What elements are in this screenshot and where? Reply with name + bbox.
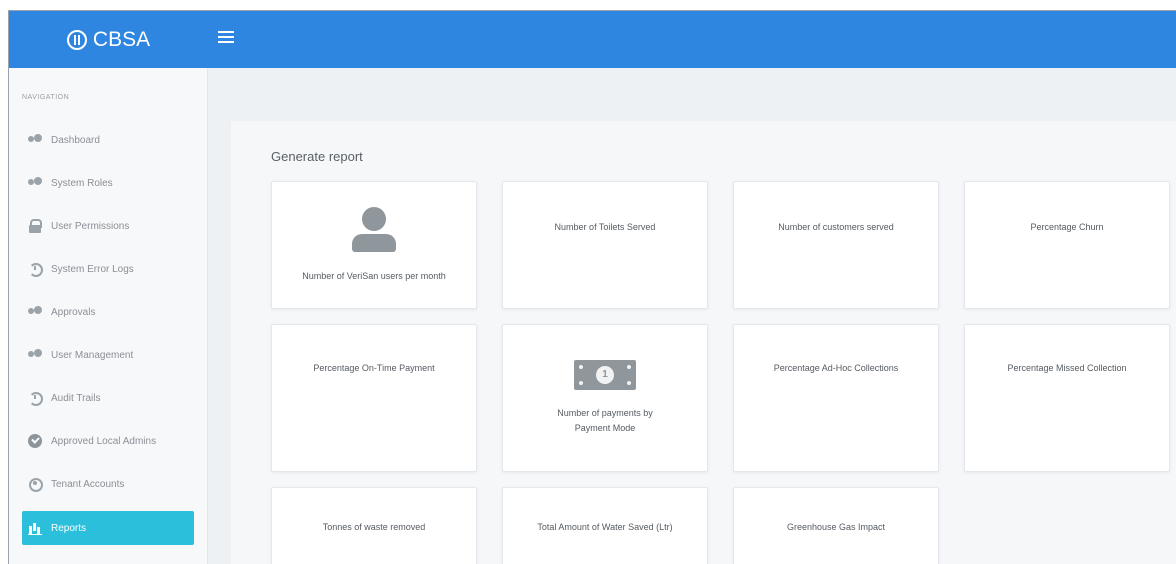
report-card-payments-by-mode[interactable]: Number of payments by Payment Mode xyxy=(502,324,708,472)
content-header xyxy=(208,68,1176,121)
sidebar-item-user-management[interactable]: User Management xyxy=(22,338,194,372)
sidebar-item-tenant-accounts[interactable]: Tenant Accounts xyxy=(22,467,194,501)
report-card-label: Number of Toilets Served xyxy=(554,221,656,232)
sidebar-item-label: Dashboard xyxy=(51,134,100,146)
report-panel: Generate report Number of VeriSan users … xyxy=(231,121,1176,564)
report-card-verisan-users[interactable]: Number of VeriSan users per month xyxy=(271,181,477,309)
sidebar-item-label: User Management xyxy=(51,349,134,361)
sidebar-item-approved-local-admins[interactable]: Approved Local Admins xyxy=(22,424,194,458)
users-icon xyxy=(28,348,42,362)
user-icon xyxy=(350,206,398,253)
unlock-icon xyxy=(28,219,42,233)
report-card-label: Percentage Missed Collection xyxy=(1007,362,1127,373)
sidebar-item-label: User Permissions xyxy=(51,220,130,232)
brand-name: CBSA xyxy=(92,27,151,51)
sidebar-item-label: Approved Local Admins xyxy=(51,435,157,447)
sidebar-item-label: Reports xyxy=(51,522,87,534)
sidebar-item-dashboard[interactable]: Dashboard xyxy=(22,123,194,157)
report-card-waste-removed[interactable]: Tonnes of waste removed xyxy=(271,487,477,564)
menu-toggle-button[interactable] xyxy=(218,31,234,47)
history-icon xyxy=(28,391,43,406)
report-card-label: Percentage Ad-Hoc Collections xyxy=(773,362,899,373)
sidebar-item-system-roles[interactable]: System Roles xyxy=(22,166,194,200)
report-card-label: Total Amount of Water Saved (Ltr) xyxy=(537,521,673,532)
report-card-ad-hoc-collections[interactable]: Percentage Ad-Hoc Collections xyxy=(733,324,939,472)
dashboard-icon xyxy=(28,133,42,147)
sidebar-item-approvals[interactable]: Approvals xyxy=(22,295,194,329)
report-card-label: Number of payments by Payment Mode xyxy=(557,408,653,433)
top-navbar: CBSA xyxy=(9,11,1176,68)
page-title: Generate report xyxy=(271,149,363,164)
sidebar-item-label: Audit Trails xyxy=(51,392,101,404)
sidebar: NAVIGATION Dashboard System Roles User P… xyxy=(9,68,208,564)
sidebar-item-reports[interactable]: Reports xyxy=(22,511,194,545)
report-card-label: Number of VeriSan users per month xyxy=(302,270,446,281)
sidebar-item-label: System Error Logs xyxy=(51,263,134,275)
sidebar-item-label: Tenant Accounts xyxy=(51,478,125,490)
report-card-label: Percentage On-Time Payment xyxy=(313,362,435,373)
history-icon xyxy=(28,262,43,277)
report-card-missed-collection[interactable]: Percentage Missed Collection xyxy=(964,324,1170,472)
bar-chart-icon xyxy=(28,521,42,535)
app-frame: CBSA NAVIGATION Dashboard System Roles U… xyxy=(8,10,1176,564)
sidebar-item-audit-trails[interactable]: Audit Trails xyxy=(22,381,194,415)
sidebar-item-system-error-logs[interactable]: System Error Logs xyxy=(22,252,194,286)
report-card-customers-served[interactable]: Number of customers served xyxy=(733,181,939,309)
report-card-label: Greenhouse Gas Impact xyxy=(786,521,886,532)
nav-heading: NAVIGATION xyxy=(22,94,70,101)
money-icon xyxy=(574,360,636,390)
users-icon xyxy=(28,305,42,319)
sidebar-item-label: Approvals xyxy=(51,306,96,318)
sidebar-item-user-permissions[interactable]: User Permissions xyxy=(22,209,194,243)
hamburger-icon xyxy=(218,31,234,33)
report-card-water-saved[interactable]: Total Amount of Water Saved (Ltr) xyxy=(502,487,708,564)
users-icon xyxy=(28,176,42,190)
report-card-toilets-served[interactable]: Number of Toilets Served xyxy=(502,181,708,309)
report-card-label: Tonnes of waste removed xyxy=(322,521,426,532)
report-card-on-time-payment[interactable]: Percentage On-Time Payment xyxy=(271,324,477,472)
account-circle-icon xyxy=(28,477,43,492)
brand[interactable]: CBSA xyxy=(9,11,208,68)
report-card-label: Number of customers served xyxy=(778,221,894,232)
report-card-greenhouse-gas[interactable]: Greenhouse Gas Impact xyxy=(733,487,939,564)
brand-logo-icon xyxy=(66,29,87,50)
check-circle-icon xyxy=(28,434,42,448)
report-card-label: Percentage Churn xyxy=(1030,221,1104,232)
report-card-percentage-churn[interactable]: Percentage Churn xyxy=(964,181,1170,309)
sidebar-item-label: System Roles xyxy=(51,177,113,189)
